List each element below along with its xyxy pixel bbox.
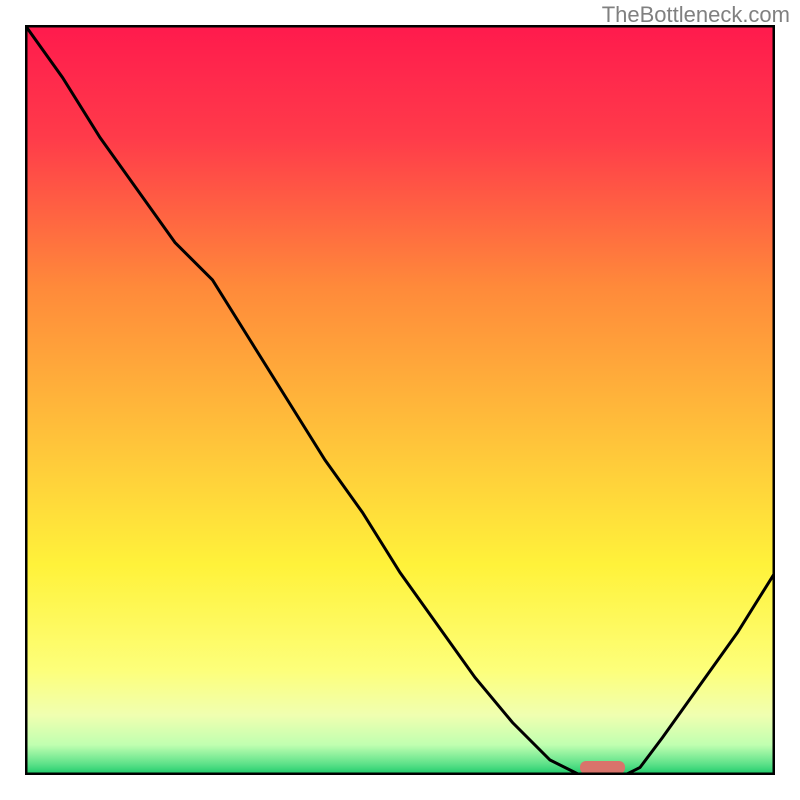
optimal-marker <box>580 761 625 774</box>
gradient-background <box>25 25 775 775</box>
chart-container: TheBottleneck.com <box>0 0 800 800</box>
chart-svg <box>25 25 775 775</box>
plot-area <box>25 25 775 775</box>
watermark-text: TheBottleneck.com <box>602 2 790 28</box>
